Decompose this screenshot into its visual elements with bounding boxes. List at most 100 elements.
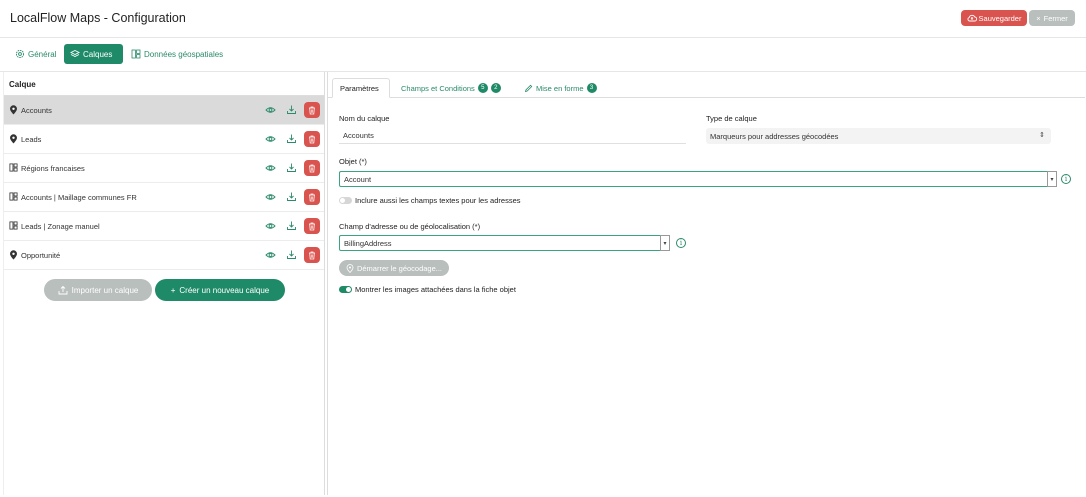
count-badge: 3 <box>586 83 597 93</box>
layers-panel-header: Calque <box>4 72 324 96</box>
tab-general[interactable]: Général <box>9 44 62 64</box>
download-icon[interactable] <box>286 191 297 202</box>
show-images-label: Montrer les images attachées dans la fic… <box>355 285 516 294</box>
trash-icon <box>309 222 315 230</box>
layer-row[interactable]: Leads <box>4 125 324 154</box>
show-images-toggle[interactable] <box>339 286 352 293</box>
trash-icon <box>309 251 315 259</box>
trash-icon <box>309 164 315 172</box>
map-pin-icon <box>9 250 18 260</box>
eye-icon[interactable] <box>265 192 276 202</box>
upload-icon <box>58 285 68 295</box>
layer-settings-panel: Paramètres Champs et Conditions 5 2 Mise… <box>327 72 1085 495</box>
close-icon: × <box>1036 13 1041 23</box>
download-icon[interactable] <box>286 220 297 231</box>
layer-name-label: Nom du calque <box>339 114 390 123</box>
settings-tabs: Paramètres Champs et Conditions 5 2 Mise… <box>328 72 1085 98</box>
create-layer-button[interactable]: + Créer un nouveau calque <box>155 279 285 301</box>
layer-name: Régions francaises <box>21 163 85 173</box>
object-select[interactable]: Account ▾ <box>339 171 1057 187</box>
layer-name-input[interactable]: Accounts <box>339 128 686 144</box>
tab-champs-conditions[interactable]: Champs et Conditions 5 2 <box>394 78 508 98</box>
grid-icon <box>9 221 18 231</box>
layer-row[interactable]: Accounts | Maillage communes FR <box>4 183 324 212</box>
delete-layer-button[interactable] <box>304 247 320 263</box>
layer-row[interactable]: Opportunité <box>4 241 324 270</box>
chevron-down-icon[interactable]: ▾ <box>1047 171 1057 187</box>
start-geocoding-button[interactable]: Démarrer le géocodage... <box>339 260 449 276</box>
import-layer-button[interactable]: Importer un calque <box>44 279 152 301</box>
include-text-label: Inclure aussi les champs textes pour les… <box>355 196 521 205</box>
save-button[interactable]: Sauvegarder <box>961 10 1027 26</box>
layer-name: Accounts | Maillage communes FR <box>21 192 137 202</box>
tab-parametres[interactable]: Paramètres <box>332 78 390 98</box>
tab-parametres-label: Paramètres <box>340 83 379 93</box>
layer-name: Opportunité <box>21 250 61 260</box>
eye-icon[interactable] <box>265 105 276 115</box>
trash-icon <box>309 106 315 114</box>
grid-icon <box>9 192 18 202</box>
delete-layer-button[interactable] <box>304 131 320 147</box>
trash-icon <box>309 135 315 143</box>
grid-icon <box>131 49 141 59</box>
toggle-knob <box>346 287 351 292</box>
download-icon[interactable] <box>286 133 297 144</box>
delete-layer-button[interactable] <box>304 102 320 118</box>
tab-general-label: Général <box>28 49 57 59</box>
tab-mise-en-forme[interactable]: Mise en forme 3 <box>517 78 604 98</box>
address-field-select[interactable]: BillingAddress ▾ <box>339 235 670 251</box>
delete-layer-button[interactable] <box>304 218 320 234</box>
layers-icon <box>70 49 80 58</box>
map-pin-icon <box>346 263 354 273</box>
create-layer-label: Créer un nouveau calque <box>179 285 270 295</box>
pencil-icon <box>524 84 533 92</box>
gear-icon <box>15 49 25 59</box>
eye-icon[interactable] <box>265 221 276 231</box>
layer-list: Accounts Leads Régions francaises Accounts … <box>4 96 324 270</box>
layer-name: Leads <box>21 134 42 144</box>
info-icon[interactable]: i <box>1061 174 1071 184</box>
main-tabs: Général Calques Données géospatiales <box>0 38 1086 72</box>
toggle-knob <box>340 198 345 203</box>
chevron-down-icon[interactable]: ▾ <box>660 235 670 251</box>
layer-row[interactable]: Accounts <box>4 96 324 125</box>
tab-champs-label: Champs et Conditions <box>401 83 475 93</box>
trash-icon <box>309 193 315 201</box>
plus-icon: + <box>170 285 176 295</box>
map-pin-icon <box>9 134 18 144</box>
eye-icon[interactable] <box>265 163 276 173</box>
include-text-toggle[interactable] <box>339 197 352 204</box>
close-button[interactable]: × Fermer <box>1029 10 1075 26</box>
delete-layer-button[interactable] <box>304 189 320 205</box>
download-icon[interactable] <box>286 249 297 260</box>
tab-mise-en-forme-label: Mise en forme <box>536 83 584 93</box>
start-geocoding-label: Démarrer le géocodage... <box>356 263 443 273</box>
address-field-label: Champ d'adresse ou de géolocalisation (*… <box>339 222 481 231</box>
tab-donnees-geospatiales[interactable]: Données géospatiales <box>125 44 229 64</box>
address-field-value: BillingAddress <box>344 238 392 248</box>
tab-calques[interactable]: Calques <box>64 44 123 64</box>
layer-name: Leads | Zonage manuel <box>21 221 100 231</box>
app-header: LocalFlow Maps - Configuration Sauvegard… <box>0 0 1086 38</box>
page-title: LocalFlow Maps - Configuration <box>10 11 186 25</box>
layer-row[interactable]: Leads | Zonage manuel <box>4 212 324 241</box>
info-icon[interactable]: i <box>676 238 686 248</box>
map-pin-icon <box>9 105 18 115</box>
delete-layer-button[interactable] <box>304 160 320 176</box>
object-value: Account <box>344 174 372 184</box>
tab-calques-label: Calques <box>83 49 113 59</box>
sort-arrows-icon: ⇕ <box>1039 132 1045 139</box>
layer-type-select[interactable]: Marqueurs pour addresses géocodées ⇕ <box>706 128 1051 144</box>
layer-type-value: Marqueurs pour addresses géocodées <box>710 131 839 141</box>
layer-row[interactable]: Régions francaises <box>4 154 324 183</box>
import-layer-label: Importer un calque <box>71 285 139 295</box>
eye-icon[interactable] <box>265 250 276 260</box>
download-icon[interactable] <box>286 162 297 173</box>
object-label: Objet (*) <box>339 157 367 166</box>
save-label: Sauvegarder <box>978 13 1022 23</box>
count-badge: 2 <box>490 83 501 93</box>
eye-icon[interactable] <box>265 134 276 144</box>
layer-name: Accounts <box>21 105 52 115</box>
download-icon[interactable] <box>286 104 297 115</box>
layers-panel: Calque Accounts Leads Régions francaises Ac… <box>3 72 325 495</box>
